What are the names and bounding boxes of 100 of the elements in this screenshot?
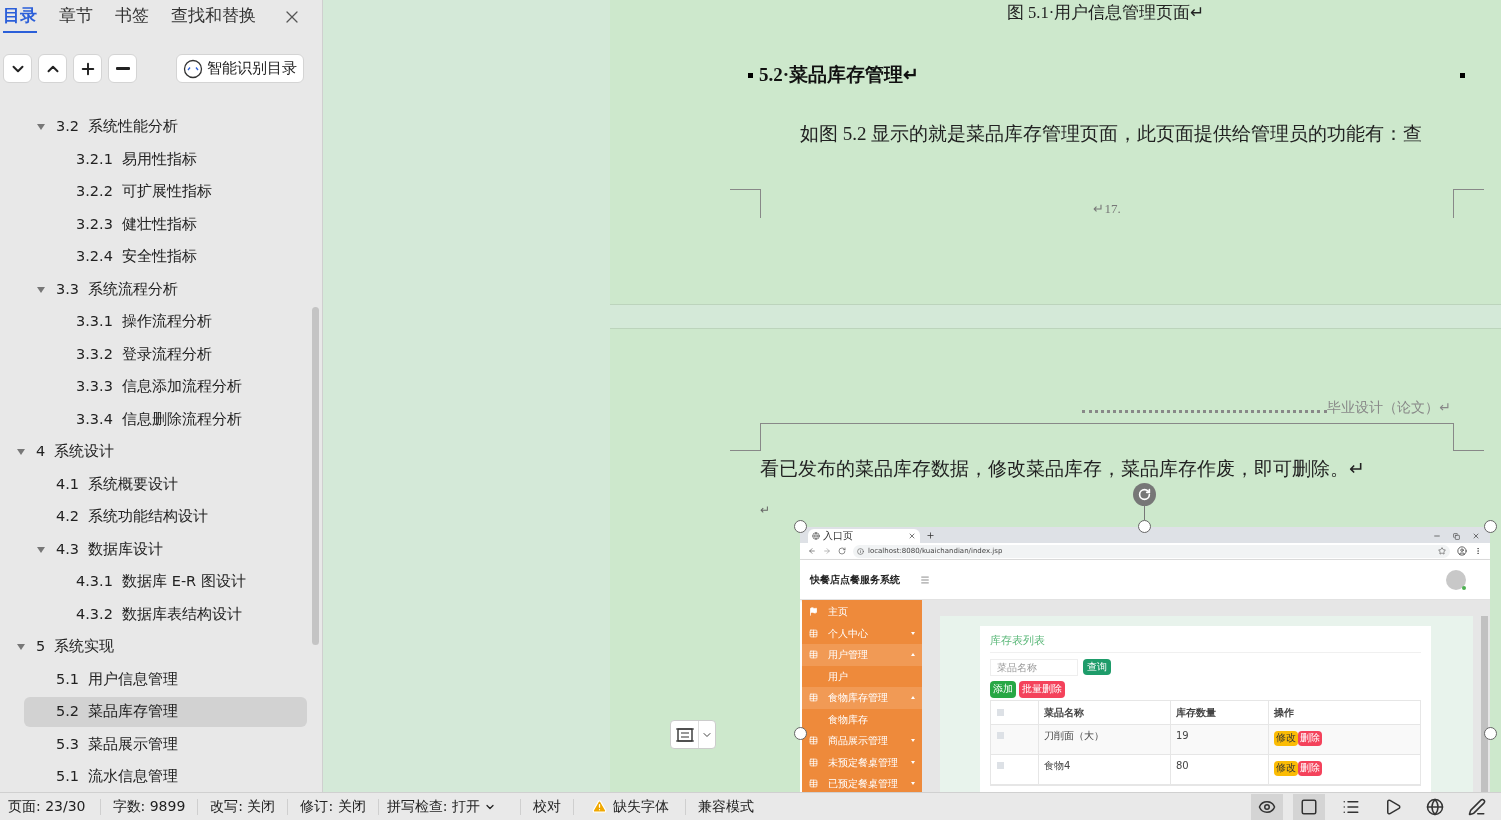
reload-icon[interactable] <box>838 547 846 555</box>
info-icon <box>857 547 864 555</box>
table-icon <box>809 650 818 660</box>
checkbox[interactable] <box>997 708 1004 716</box>
toc-item[interactable]: 3.3.3 信息添加流程分析 <box>44 372 307 403</box>
section-heading: 5.2·菜品库存管理↵ <box>759 62 920 87</box>
close-icon[interactable] <box>1472 532 1480 540</box>
expand-button[interactable] <box>3 54 32 83</box>
toc-item[interactable]: 4.3.1 数据库 E-R 图设计 <box>44 567 307 598</box>
column-header: 库存数量 <box>1171 700 1269 724</box>
table-cell: 刀削面（大） <box>1039 724 1171 754</box>
edit-button[interactable]: 修改 <box>1274 730 1298 746</box>
panel-title: 库存表列表 <box>990 633 1421 653</box>
toc-item[interactable]: 4 系统设计 <box>4 437 307 468</box>
table-icon <box>809 736 818 746</box>
resize-handle[interactable] <box>1484 520 1497 533</box>
column-header: 菜品名称 <box>1039 700 1171 724</box>
status-item[interactable]: 兼容模式 <box>685 796 766 817</box>
toc-item[interactable]: 3.2.4 安全性指标 <box>44 242 307 273</box>
search-field[interactable]: 菜品名称 <box>990 658 1078 676</box>
status-item[interactable]: 字数: 9899 <box>100 796 198 817</box>
toc-item[interactable]: 4.2 系统功能结构设计 <box>24 502 307 533</box>
minus-icon <box>115 67 130 70</box>
warning-icon <box>591 799 607 814</box>
table-cell: 80 <box>1171 754 1269 784</box>
smart-toc-button[interactable]: 智能识别目录 <box>176 54 304 83</box>
scrollbar[interactable] <box>1481 616 1488 792</box>
scrollbar[interactable] <box>312 307 319 645</box>
tab[interactable]: 章节 <box>59 0 93 33</box>
status-item[interactable]: 拼写检查: 打开 <box>378 796 488 817</box>
toc-item[interactable]: 3.3 系统流程分析 <box>24 274 307 305</box>
page-number: ↵17. <box>1093 199 1121 218</box>
account-icon[interactable] <box>1457 546 1467 556</box>
table-icon <box>809 779 818 789</box>
layout-options-button[interactable] <box>670 720 716 749</box>
toc-item[interactable]: 4.1 系统概要设计 <box>24 469 307 500</box>
globe-icon <box>1426 797 1444 816</box>
view-button[interactable] <box>1293 793 1325 820</box>
status-item[interactable]: 缺失字体 <box>606 796 685 817</box>
table-cell: 食物4 <box>1039 754 1171 784</box>
caret-icon <box>911 696 915 700</box>
toc-item[interactable]: 4.3.2 数据库表结构设计 <box>44 599 307 630</box>
add-button[interactable] <box>73 54 102 83</box>
back-icon[interactable] <box>808 547 816 555</box>
checkbox[interactable] <box>997 761 1004 769</box>
status-item[interactable]: 修订: 关闭 <box>288 796 378 817</box>
toc-item[interactable]: 5.3 菜品展示管理 <box>24 729 307 760</box>
toc-item[interactable]: 3.3.4 信息删除流程分析 <box>44 404 307 435</box>
more-icon[interactable] <box>1474 547 1482 555</box>
figure-caption: 图 5.1·用户信息管理页面↵ <box>1006 2 1205 24</box>
close-icon[interactable] <box>908 532 916 540</box>
collapse-button[interactable] <box>38 54 67 83</box>
caret-icon <box>911 760 915 764</box>
flag-icon <box>809 607 818 617</box>
square-marker-icon <box>1460 72 1465 78</box>
pen-icon <box>1468 797 1486 816</box>
view-button[interactable] <box>1251 793 1283 820</box>
toc-item[interactable]: 3.2.2 可扩展性指标 <box>44 177 307 208</box>
body-paragraph: 看已发布的菜品库存数据，修改菜品库存，菜品库存作废，即可删除。↵ <box>760 459 1365 478</box>
caret-icon <box>911 782 915 786</box>
toc-item[interactable]: 5.1 用户信息管理 <box>24 664 307 695</box>
toc-item[interactable]: 3.2 系统性能分析 <box>24 112 307 143</box>
status-item[interactable]: 改写: 关闭 <box>198 796 288 817</box>
tab[interactable]: 书签 <box>115 0 149 33</box>
restore-icon[interactable] <box>1453 532 1460 540</box>
edit-button[interactable]: 修改 <box>1274 760 1298 776</box>
layout-icon <box>675 725 695 744</box>
toc-item[interactable]: 5 系统实现 <box>4 632 307 663</box>
checkbox[interactable] <box>997 731 1004 739</box>
tab[interactable]: 目录 <box>3 0 37 33</box>
toc-item[interactable]: 3.2.1 易用性指标 <box>44 144 307 175</box>
avatar[interactable] <box>1446 569 1466 590</box>
table-icon <box>809 628 818 638</box>
toc-item[interactable]: 3.3.2 登录流程分析 <box>44 339 307 370</box>
toc-item[interactable]: 4.3 数据库设计 <box>24 534 307 565</box>
new-tab-icon[interactable] <box>926 531 935 540</box>
rotate-handle[interactable] <box>1133 483 1156 506</box>
table-cell: 19 <box>1171 724 1269 754</box>
delete-button[interactable]: 删除 <box>1298 730 1322 746</box>
delete-button[interactable]: 删除 <box>1298 760 1322 776</box>
star-icon[interactable] <box>1438 547 1446 555</box>
tab-title: 入口页 <box>823 531 853 541</box>
status-item[interactable]: 校对 <box>520 796 573 817</box>
toc-item[interactable]: 3.2.3 健壮性指标 <box>44 209 307 240</box>
play-icon <box>1384 797 1402 816</box>
resize-handle[interactable] <box>794 520 807 533</box>
paragraph-mark: ↵ <box>760 504 770 516</box>
remove-button[interactable] <box>108 54 137 83</box>
browser-tab[interactable]: 入口页 <box>808 529 920 543</box>
table-icon <box>809 693 818 703</box>
status-item[interactable]: 页面: 23/30 <box>0 796 100 817</box>
heading-marker-icon <box>748 72 753 78</box>
caret-icon <box>911 739 915 743</box>
bulk-delete-button[interactable]: 批量删除 <box>1019 680 1065 698</box>
column-header: 操作 <box>1273 705 1295 720</box>
toc-item[interactable]: 5.1 流水信息管理 <box>24 762 307 792</box>
toc-item[interactable]: 3.3.1 操作流程分析 <box>44 307 307 338</box>
rotate-icon <box>1138 488 1151 501</box>
tab[interactable]: 查找和替换 <box>171 0 256 33</box>
toc-item[interactable]: 5.2 菜品库存管理 <box>24 697 307 728</box>
